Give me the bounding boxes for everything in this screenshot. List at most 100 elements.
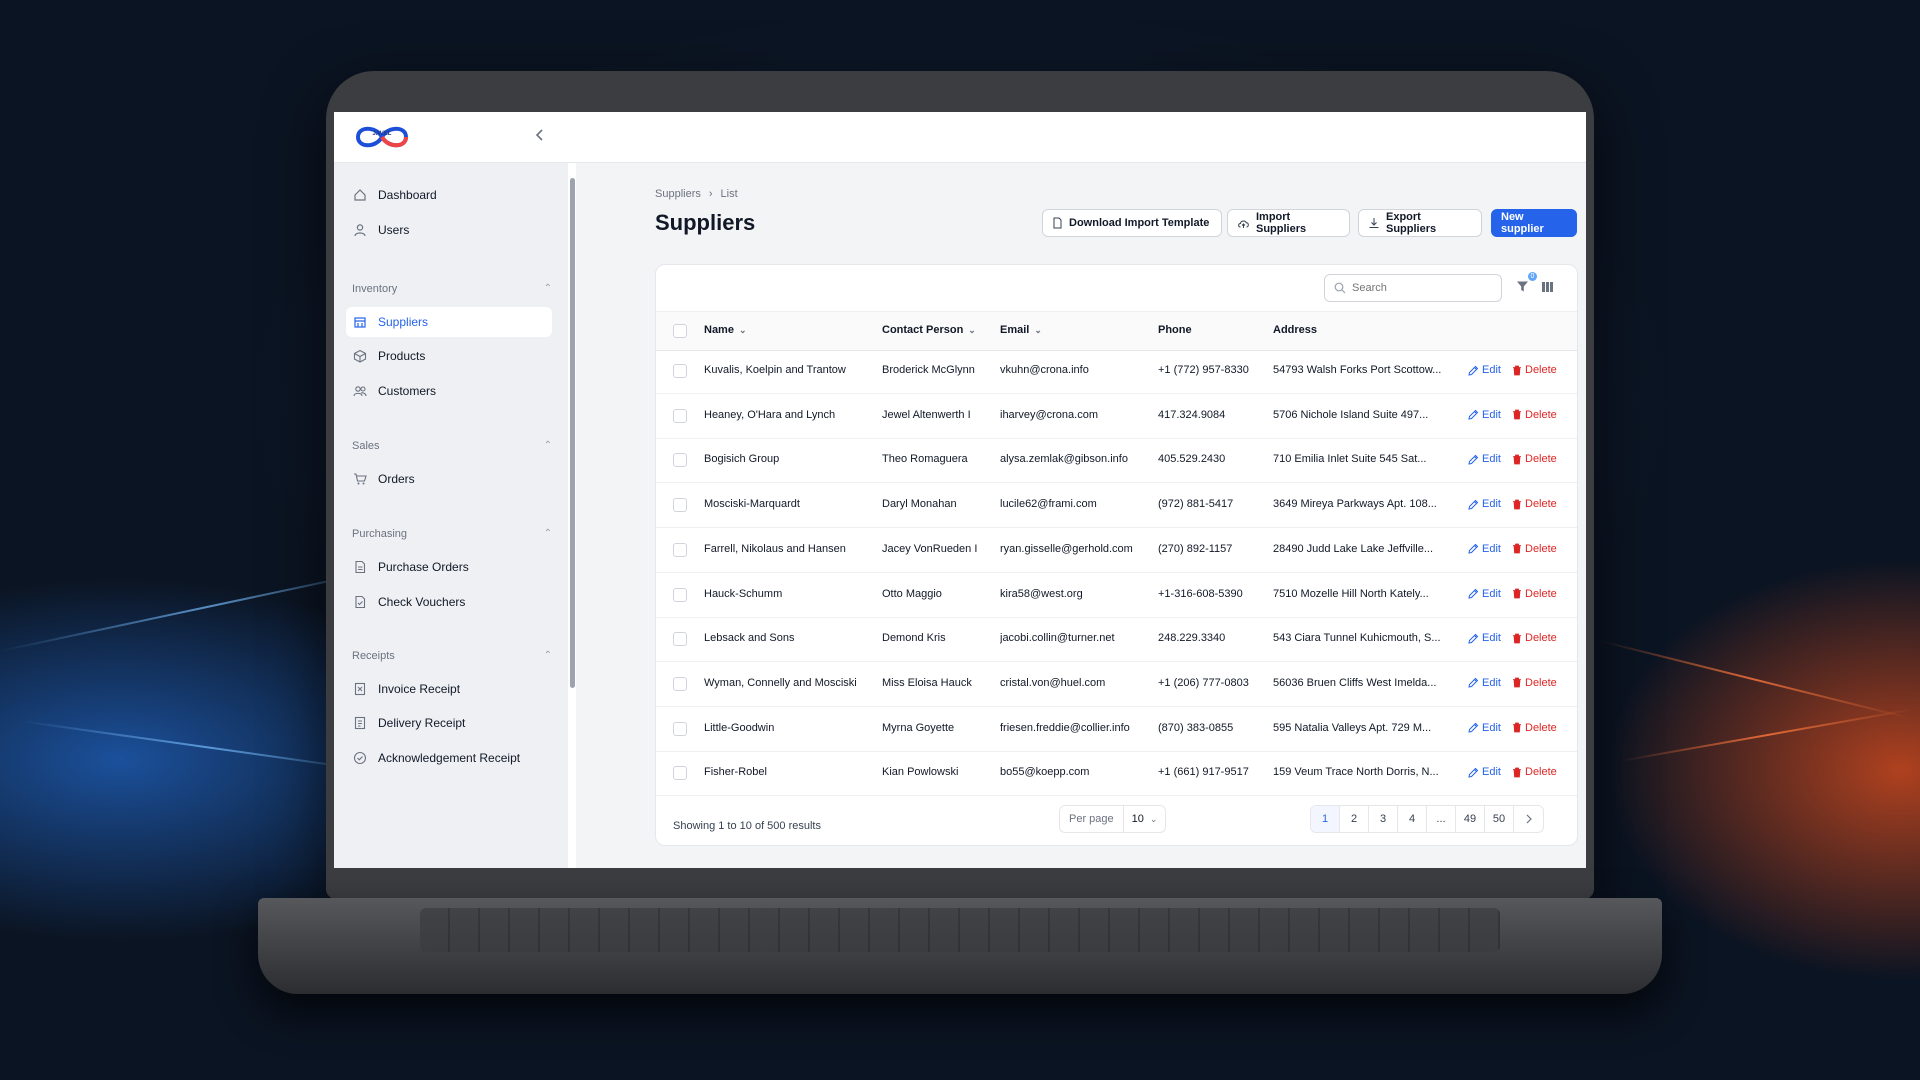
cell-name: Fisher-Robel xyxy=(704,766,767,779)
delete-label: Delete xyxy=(1525,408,1557,421)
delete-button[interactable]: Delete xyxy=(1512,766,1557,778)
sidebar-group-receipts[interactable]: Receipts ⌃ xyxy=(352,650,552,662)
edit-button[interactable]: Edit xyxy=(1468,632,1501,644)
sidebar-item-products[interactable]: Products xyxy=(346,341,552,371)
row-checkbox[interactable] xyxy=(673,721,687,736)
column-header-contact-person[interactable]: Contact Person ⌄ xyxy=(882,324,976,336)
search-input[interactable] xyxy=(1350,281,1494,295)
column-header-email[interactable]: Email ⌄ xyxy=(1000,324,1042,336)
sidebar-item-delivery-receipt[interactable]: Delivery Receipt xyxy=(346,708,552,738)
column-toggle-button[interactable] xyxy=(1541,280,1554,298)
page-button-50[interactable]: 50 xyxy=(1485,806,1514,832)
page-button-4[interactable]: 4 xyxy=(1398,806,1427,832)
sidebar-item-users[interactable]: Users xyxy=(346,215,552,245)
sidebar-item-dashboard[interactable]: Dashboard xyxy=(346,180,552,210)
page-button-1[interactable]: 1 xyxy=(1311,806,1340,832)
delete-button[interactable]: Delete xyxy=(1512,364,1557,376)
delete-button[interactable]: Delete xyxy=(1512,677,1557,689)
edit-button[interactable]: Edit xyxy=(1468,722,1501,734)
cell-address: 7510 Mozelle Hill North Kately... xyxy=(1273,587,1429,600)
cell-contact-person: Otto Maggio xyxy=(882,587,942,600)
cell-contact-person: Theo Romaguera xyxy=(882,453,968,466)
row-checkbox[interactable] xyxy=(673,542,687,557)
chevron-down-icon: ⌄ xyxy=(738,324,747,335)
page-button-3[interactable]: 3 xyxy=(1369,806,1398,832)
delete-button[interactable]: Delete xyxy=(1512,543,1557,555)
sidebar-item-invoice-receipt[interactable]: Invoice Receipt xyxy=(346,674,552,704)
chevron-up-icon: ⌃ xyxy=(543,440,552,451)
sidebar-item-orders[interactable]: Orders xyxy=(346,464,552,494)
delete-button[interactable]: Delete xyxy=(1512,409,1557,421)
filter-button[interactable] xyxy=(1516,280,1529,298)
sidebar-item-customers[interactable]: Customers xyxy=(346,376,552,406)
trash-icon xyxy=(1512,543,1522,554)
page-button-49[interactable]: 49 xyxy=(1456,806,1485,832)
search-icon xyxy=(1334,282,1346,294)
cell-phone: +1 (772) 957-8330 xyxy=(1158,364,1249,376)
edit-button[interactable]: Edit xyxy=(1468,364,1501,376)
delete-button[interactable]: Delete xyxy=(1512,498,1557,510)
column-header-name[interactable]: Name ⌄ xyxy=(704,324,747,336)
delete-button[interactable]: Delete xyxy=(1512,588,1557,600)
cell-phone: (270) 892-1157 xyxy=(1158,542,1233,555)
table-header: Name ⌄ Contact Person ⌄ Email ⌄ Phone Addre… xyxy=(656,311,1577,351)
sidebar-item-purchase-orders[interactable]: Purchase Orders xyxy=(346,552,552,582)
edit-button[interactable]: Edit xyxy=(1468,498,1501,510)
breadcrumb-link-suppliers[interactable]: Suppliers xyxy=(655,188,701,200)
sidebar-group-purchasing[interactable]: Purchasing ⌃ xyxy=(352,528,552,540)
sidebar-collapse-button[interactable] xyxy=(534,126,546,147)
cell-email: friesen.freddie@collier.info xyxy=(1000,721,1130,734)
sidebar-item-check-vouchers[interactable]: Check Vouchers xyxy=(346,587,552,617)
edit-button[interactable]: Edit xyxy=(1468,588,1501,600)
sidebar-item-acknowledgement-receipt[interactable]: Acknowledgement Receipt xyxy=(346,743,552,773)
sidebar-group-inventory[interactable]: Inventory ⌃ xyxy=(352,283,552,295)
sidebar-group-sales[interactable]: Sales ⌃ xyxy=(352,440,552,452)
table-row: Heaney, O'Hara and Lynch Jewel Altenwerth… xyxy=(656,394,1577,439)
chevron-right-icon xyxy=(1526,814,1532,824)
button-label: Import Suppliers xyxy=(1256,211,1307,235)
next-page-button[interactable] xyxy=(1514,806,1543,832)
edit-button[interactable]: Edit xyxy=(1468,766,1501,778)
sidebar-scrollbar-thumb[interactable] xyxy=(570,178,575,688)
row-checkbox[interactable] xyxy=(673,676,687,691)
edit-icon xyxy=(1468,588,1479,599)
row-checkbox[interactable] xyxy=(673,632,687,647)
cell-email: alysa.zemlak@gibson.info xyxy=(1000,453,1128,466)
table-row: Fisher-Robel Kian Powlowski bo55@koepp.com… xyxy=(656,751,1577,797)
row-checkbox[interactable] xyxy=(673,453,687,468)
delete-label: Delete xyxy=(1525,542,1557,555)
row-checkbox[interactable] xyxy=(673,587,687,602)
sidebar-item-label: Purchase Orders xyxy=(378,560,469,574)
page-button-2[interactable]: 2 xyxy=(1340,806,1369,832)
import-suppliers-button[interactable]: Import Suppliers xyxy=(1227,209,1350,237)
cart-icon xyxy=(352,471,368,487)
row-checkbox[interactable] xyxy=(673,408,687,423)
select-all-checkbox[interactable] xyxy=(673,324,687,338)
download-import-template-button[interactable]: Download Import Template xyxy=(1042,209,1222,237)
edit-button[interactable]: Edit xyxy=(1468,677,1501,689)
app-logo[interactable]: JAVEL xyxy=(352,122,412,152)
edit-label: Edit xyxy=(1482,364,1501,376)
delete-label: Delete xyxy=(1525,721,1557,734)
per-page-select[interactable]: 10 ⌄ xyxy=(1124,813,1166,825)
row-checkbox[interactable] xyxy=(673,766,687,781)
delete-button[interactable]: Delete xyxy=(1512,722,1557,734)
edit-button[interactable]: Edit xyxy=(1468,453,1501,465)
new-supplier-button[interactable]: New supplier xyxy=(1491,209,1577,237)
results-summary: Showing 1 to 10 of 500 results xyxy=(673,820,821,832)
edit-button[interactable]: Edit xyxy=(1468,409,1501,421)
delete-button[interactable]: Delete xyxy=(1512,632,1557,644)
row-checkbox[interactable] xyxy=(673,498,687,513)
cell-phone: 248.229.3340 xyxy=(1158,632,1226,645)
cell-phone: +1-316-608-5390 xyxy=(1158,587,1243,600)
delete-button[interactable]: Delete xyxy=(1512,453,1557,465)
sidebar-item-suppliers[interactable]: Suppliers xyxy=(346,307,552,337)
cell-email: ryan.gisselle@gerhold.com xyxy=(1000,542,1133,555)
export-suppliers-button[interactable]: Export Suppliers xyxy=(1358,209,1482,237)
sidebar-item-label: Customers xyxy=(378,384,437,398)
sidebar-item-label: Delivery Receipt xyxy=(378,716,466,730)
search-box[interactable] xyxy=(1324,274,1502,302)
column-label: Email xyxy=(1000,324,1030,336)
row-checkbox[interactable] xyxy=(673,364,687,378)
edit-button[interactable]: Edit xyxy=(1468,543,1501,555)
